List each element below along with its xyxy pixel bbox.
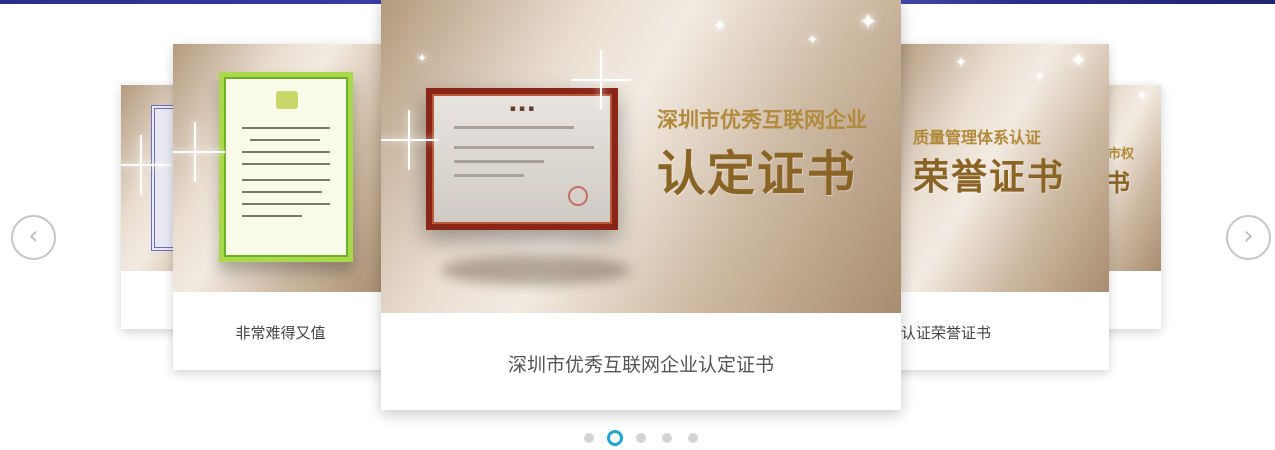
slide-image: 质量管理体系认证 荣誉证书 ✦ ✦ ✦	[895, 44, 1109, 292]
sparkle-icon: ✦	[807, 33, 818, 48]
certificate-shadow	[441, 255, 631, 285]
carousel-slide-active[interactable]: ▪ ▪ ▪ 深圳市优秀互联网企业 认定证书 ✦ ✦ ✦ ✦ 深圳市优秀互联网企业…	[381, 0, 901, 410]
sparkle-icon: ✦	[417, 51, 428, 65]
sparkle-icon	[571, 50, 631, 110]
sparkle-icon: ✦	[1070, 48, 1087, 72]
chevron-left-icon: ‹	[28, 221, 39, 251]
slide-image-subtitle: 深圳市优秀互联网企业	[657, 108, 867, 132]
pagination-dot[interactable]	[636, 433, 646, 443]
slide-caption: 认证荣誉证书	[901, 324, 992, 342]
slide-image-title: 认定证书	[657, 146, 858, 202]
slide-caption: 非常难得又值	[235, 324, 326, 342]
sparkle-icon: ✦	[1035, 69, 1046, 83]
chevron-right-icon: ›	[1243, 221, 1254, 251]
pagination-dot[interactable]	[662, 433, 672, 443]
slide-image-subtitle: 质量管理体系认证	[913, 128, 1042, 147]
certificate-carousel: 市权 书 ✦ 非常难得又值 质量管理体系认证 荣誉证书 ✦ ✦ ✦ 认证荣誉证书…	[0, 0, 1275, 450]
slide-image-title: 书	[1106, 169, 1132, 197]
sparkle-icon	[121, 135, 171, 195]
slide-image-subtitle: 市权	[1108, 147, 1135, 162]
pagination-dot-active[interactable]	[607, 430, 623, 446]
certificate-image	[219, 72, 353, 262]
slide-caption: 深圳市优秀互联网企业认定证书	[507, 354, 774, 376]
slide-image	[173, 44, 388, 292]
carousel-slide-left[interactable]: 非常难得又值	[173, 44, 388, 370]
pagination-dot[interactable]	[584, 433, 594, 443]
sparkle-icon: ✦	[955, 55, 967, 71]
pagination-dot[interactable]	[688, 433, 698, 443]
carousel-prev-button[interactable]: ‹	[11, 215, 56, 260]
sparkle-icon: ✦	[859, 10, 878, 35]
slide-image-title: 荣誉证书	[913, 157, 1066, 198]
carousel-slide-right[interactable]: 质量管理体系认证 荣誉证书 ✦ ✦ ✦ 认证荣誉证书	[895, 44, 1109, 370]
sparkle-icon	[381, 110, 439, 170]
sparkle-icon	[173, 122, 225, 182]
sparkle-icon: ✦	[1136, 88, 1148, 104]
slide-image: ▪ ▪ ▪ 深圳市优秀互联网企业 认定证书 ✦ ✦ ✦ ✦	[381, 0, 901, 313]
carousel-next-button[interactable]: ›	[1226, 215, 1271, 260]
sparkle-icon: ✦	[713, 16, 727, 35]
